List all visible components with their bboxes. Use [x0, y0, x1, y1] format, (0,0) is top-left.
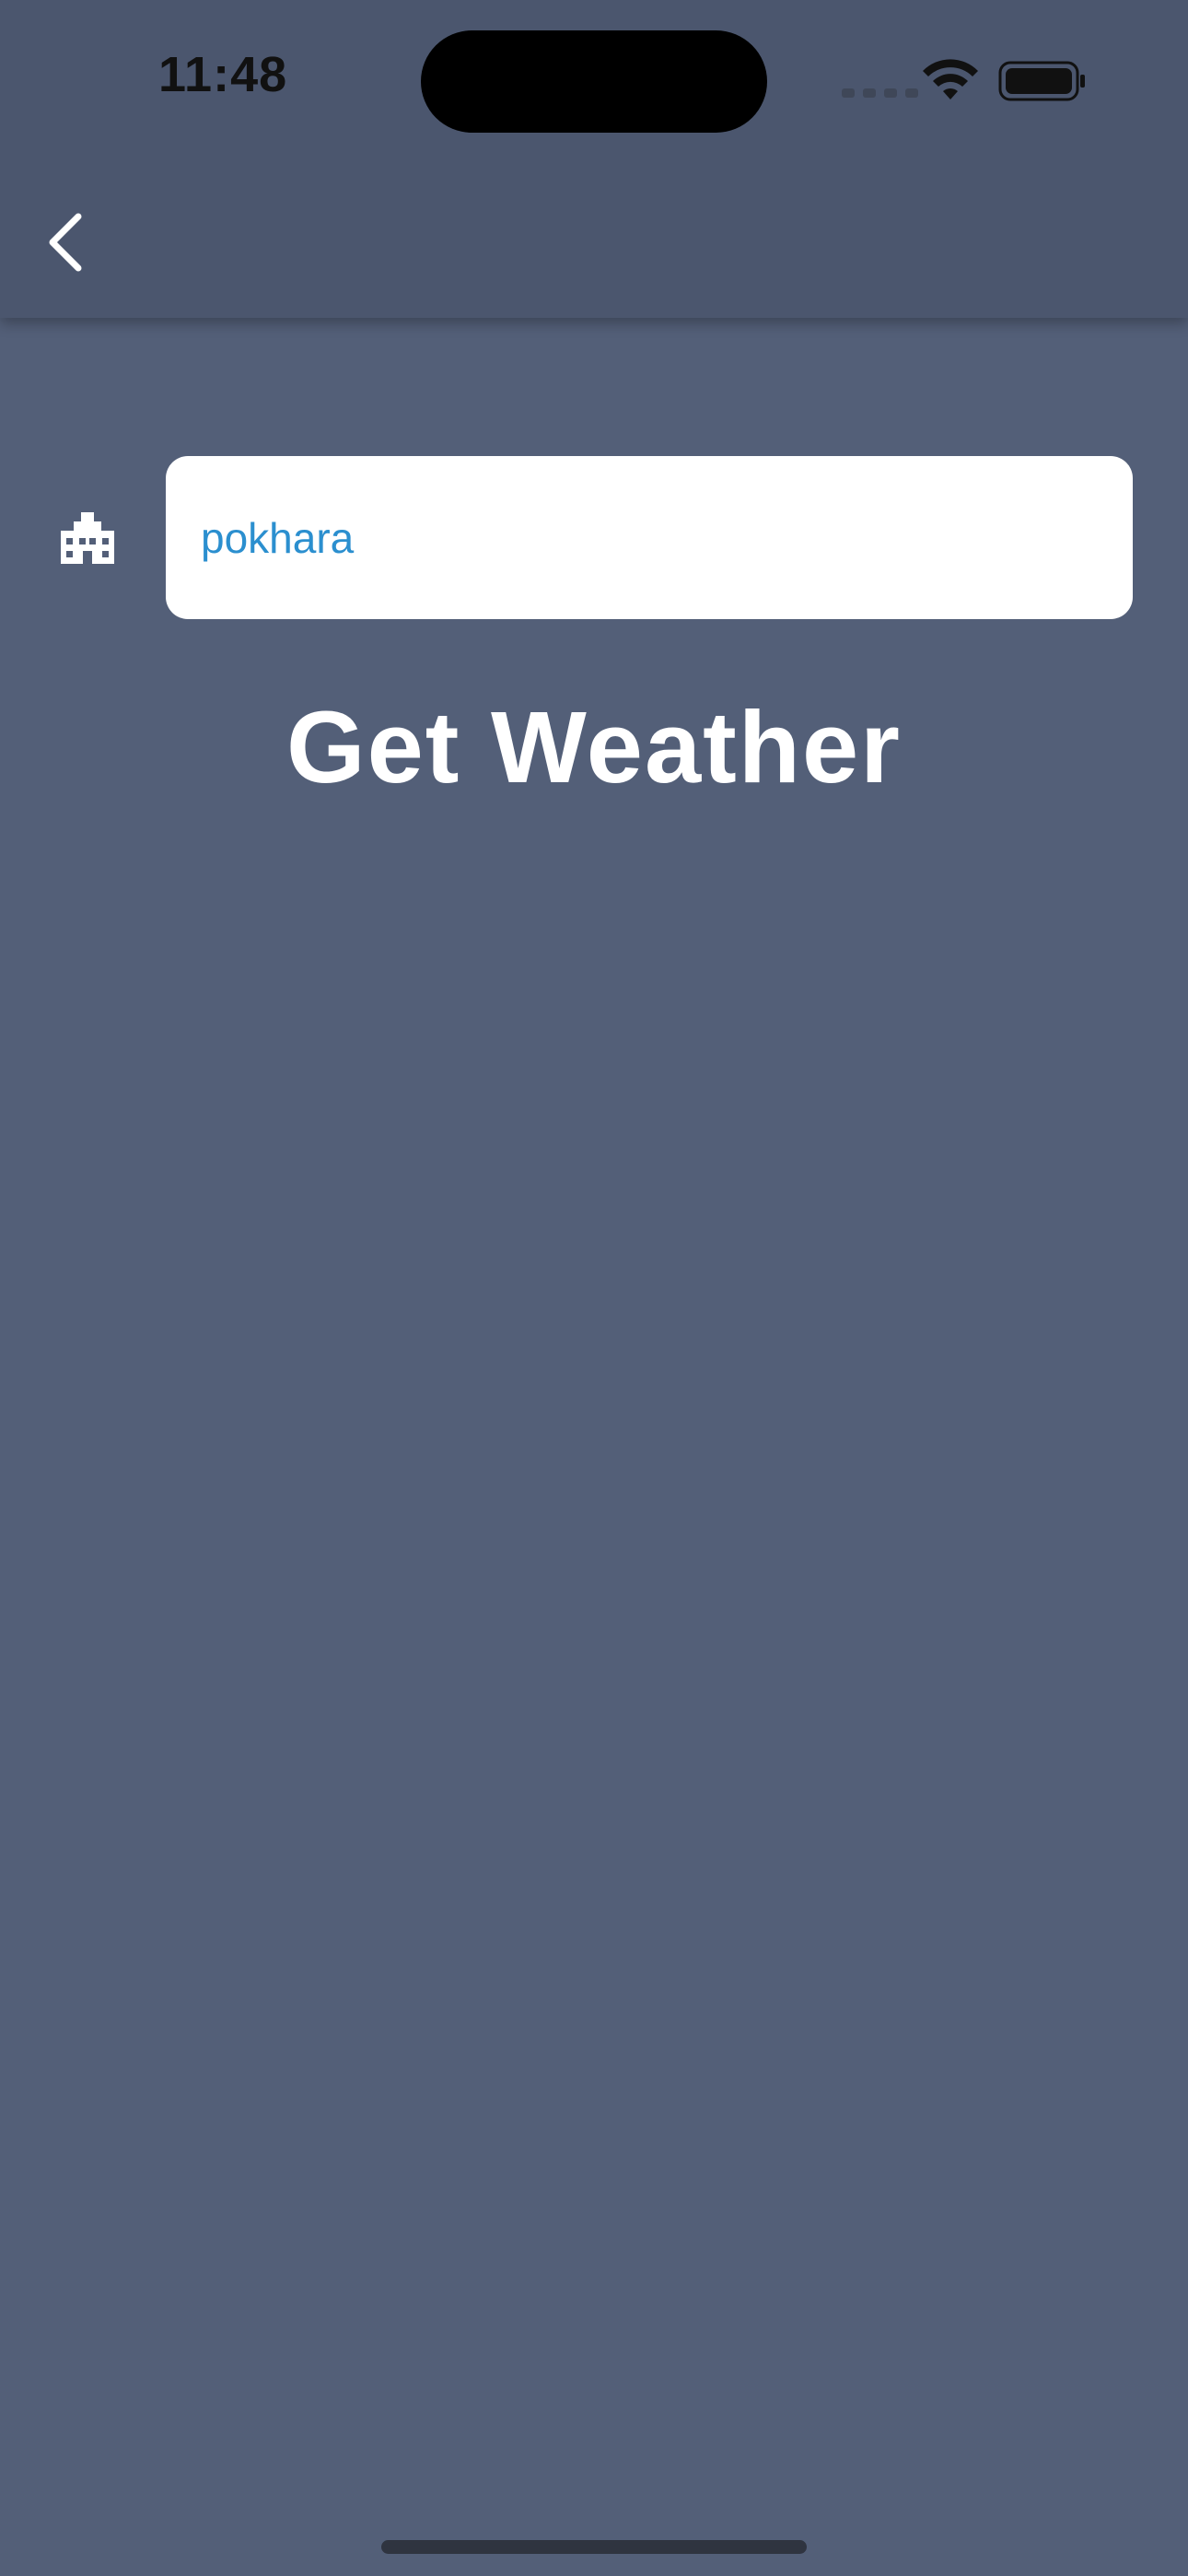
dynamic-island [421, 30, 767, 133]
cellular-signal-icon [842, 88, 918, 98]
location-city-icon [61, 512, 114, 564]
home-indicator[interactable] [381, 2540, 807, 2554]
battery-icon [998, 61, 1085, 101]
back-button[interactable] [33, 201, 98, 284]
chevron-left-icon [49, 213, 82, 272]
get-weather-button[interactable]: Get Weather [0, 689, 1188, 806]
status-bar-time: 11:48 [158, 47, 288, 102]
wifi-icon [923, 59, 978, 100]
city-input-value[interactable]: pokhara [201, 513, 354, 563]
city-name-input[interactable]: pokhara [166, 456, 1133, 619]
